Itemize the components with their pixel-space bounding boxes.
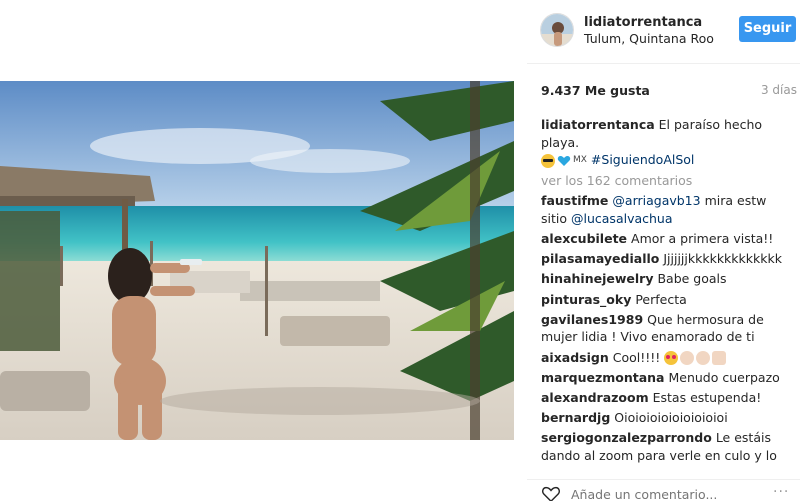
comment: bernardjg Oioioioioioioioioioi xyxy=(541,409,796,427)
comment-username[interactable]: gavilanes1989 xyxy=(541,312,643,327)
comment-text: Oioioioioioioioioioi xyxy=(614,410,728,426)
caption-emoji-group: MX xyxy=(541,152,587,170)
comment-username[interactable]: hinahinejewelry xyxy=(541,271,653,286)
clapping-hands-emoji-icon xyxy=(696,351,711,366)
comment-text: Perfecta xyxy=(635,291,687,307)
post-photo[interactable] xyxy=(0,81,514,440)
comment-username[interactable]: alexandrazoom xyxy=(541,390,649,405)
comment: gavilanes1989 Que hermosura de mujer lid… xyxy=(541,311,796,346)
comment: pinturas_oky Perfecta xyxy=(541,291,796,309)
view-all-comments[interactable]: ver los 162 comentarios xyxy=(541,172,796,190)
comment-text: Menudo cuerpazo xyxy=(668,369,780,385)
comment: aixadsign Cool!!!! xyxy=(541,349,796,367)
comment-username[interactable]: aixadsign xyxy=(541,350,609,365)
follow-button[interactable]: Seguir xyxy=(739,16,796,42)
clapping-hands-emoji-icon xyxy=(680,351,695,366)
header-username[interactable]: lidiatorrentanca xyxy=(584,15,702,30)
heart-eyes-emoji-icon xyxy=(664,351,679,366)
comment-emoji-group xyxy=(664,351,727,366)
comment-mention[interactable]: @lucasalvachua xyxy=(571,211,673,226)
comments-list: lidiatorrentanca El paraíso hecho playa.… xyxy=(541,116,796,471)
post-time[interactable]: 3 días xyxy=(761,83,797,97)
comment: faustifme @arriagavb13 mira estw sitio @… xyxy=(541,192,796,227)
caption-hashtag[interactable]: #SiguiendoAlSol xyxy=(591,152,695,167)
sunglasses-emoji-icon xyxy=(541,153,555,168)
heart-icon[interactable] xyxy=(541,486,561,501)
comment: pilasamayediallo Jjjjjjjkkkkkkkkkkkkk xyxy=(541,250,796,268)
comment-mention[interactable]: @arriagavb13 xyxy=(612,193,700,208)
comment-text: Amor a primera vista!! xyxy=(631,231,774,247)
header-location[interactable]: Tulum, Quintana Roo xyxy=(584,31,714,46)
view-all-comments-label[interactable]: ver los 162 comentarios xyxy=(541,173,692,188)
comment-username[interactable]: faustifme xyxy=(541,193,608,208)
comment: hinahinejewelry Babe goals xyxy=(541,270,796,288)
add-comment-input[interactable] xyxy=(571,487,761,501)
caption: lidiatorrentanca El paraíso hecho playa.… xyxy=(541,116,796,169)
comment-text: Jjjjjjjkkkkkkkkkkkkk xyxy=(663,251,782,267)
likes-row: 9.437 Me gusta 3 días xyxy=(541,83,797,101)
comment: alexandrazoom Estas estupenda! xyxy=(541,389,796,407)
post-header: lidiatorrentanca Tulum, Quintana Roo Seg… xyxy=(527,0,800,64)
comment-username[interactable]: alexcubilete xyxy=(541,231,627,246)
comment-username[interactable]: marquezmontana xyxy=(541,370,664,385)
comment-text: Cool!!!! xyxy=(612,349,661,365)
comment: sergiogonzalezparrondo Le estáis dando a… xyxy=(541,429,796,464)
avatar-image xyxy=(541,14,573,46)
comment-username[interactable]: pilasamayediallo xyxy=(541,251,659,266)
more-options-icon[interactable]: ··· xyxy=(773,484,789,500)
blue-heart-emoji-icon xyxy=(557,154,571,168)
beach-photo-illustration xyxy=(0,81,514,440)
comment-username[interactable]: sergiogonzalezparrondo xyxy=(541,430,712,445)
comment-text: Estas estupenda! xyxy=(652,389,762,405)
thumbs-up-emoji-icon xyxy=(712,351,727,366)
photo-area xyxy=(0,0,527,501)
post-sidebar: lidiatorrentanca Tulum, Quintana Roo Seg… xyxy=(527,0,800,501)
likes-count[interactable]: 9.437 Me gusta xyxy=(541,83,650,98)
avatar[interactable] xyxy=(540,13,574,47)
comment-username[interactable]: pinturas_oky xyxy=(541,292,631,307)
add-comment-bar: ··· xyxy=(527,479,800,501)
comment-text: Babe goals xyxy=(657,271,727,287)
caption-username[interactable]: lidiatorrentanca xyxy=(541,117,655,132)
comment: marquezmontana Menudo cuerpazo xyxy=(541,369,796,387)
caption-country: MX xyxy=(573,154,587,165)
comment: alexcubilete Amor a primera vista!! xyxy=(541,230,796,248)
comment-username[interactable]: bernardjg xyxy=(541,410,610,425)
